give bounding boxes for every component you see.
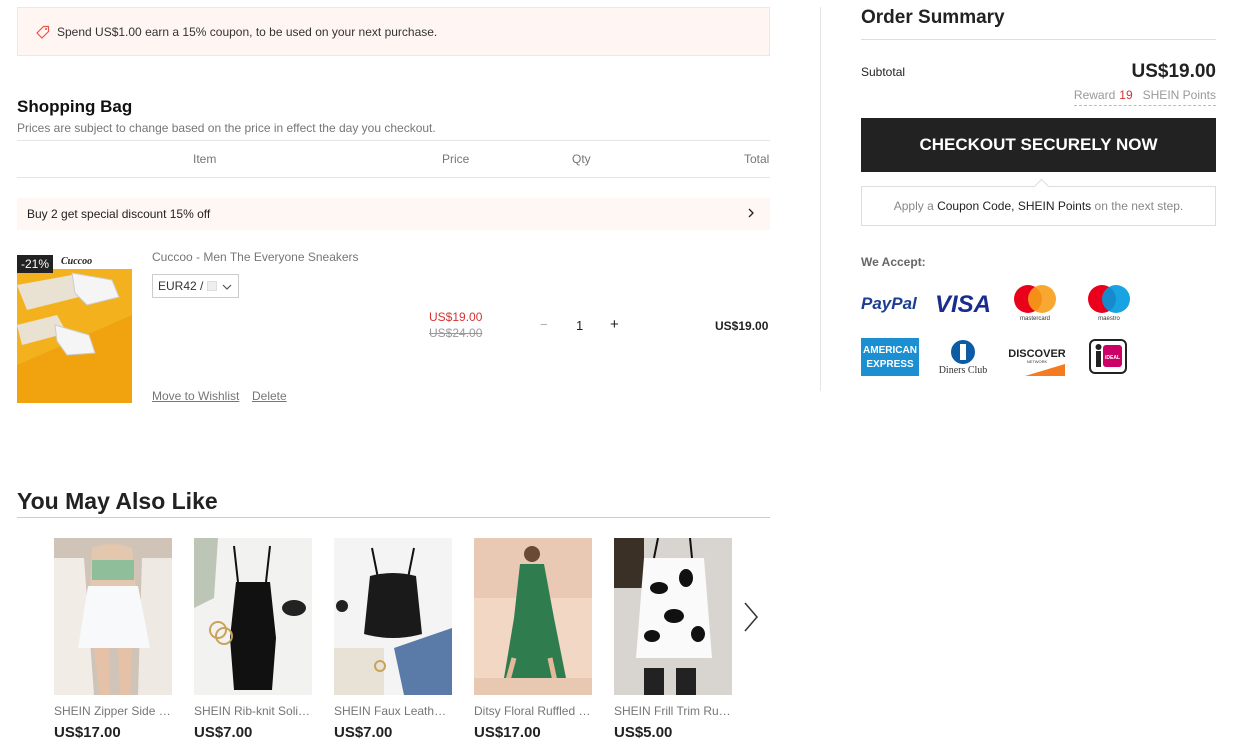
paypal-label: PayPal [861,294,918,313]
divider [17,517,770,518]
reward-points-info: Reward 19 SHEIN Points [1073,88,1216,106]
product-price: US$7.00 [194,724,253,741]
discount-promo-bar[interactable]: Buy 2 get special discount 15% off [17,198,770,230]
line-total: US$19.00 [715,319,769,333]
shopping-bag-title: Shopping Bag [17,97,133,116]
maestro-label: maestro [1098,316,1120,322]
diners-club-icon: Diners Club [939,340,988,376]
diners-label: Diners Club [939,365,988,376]
qty-increase-button[interactable]: + [610,316,619,333]
product-card[interactable]: Ditsy Floral Ruffled Hem Dress US$17.00 [474,538,592,741]
maestro-icon: maestro [1088,285,1130,322]
product-name[interactable]: SHEIN Faux Leather Bustier Top [334,704,452,718]
qty-value[interactable]: 1 [576,318,583,333]
brand-logo: Cuccoo [61,256,92,267]
mastercard-icon: mastercard [1014,285,1056,322]
reward-prefix: Reward [1073,88,1116,102]
ideal-icon: iDEAL [1089,339,1127,374]
column-header-item: Item [193,152,217,166]
checkout-button[interactable]: CHECKOUT SECURELY NOW [861,118,1216,172]
column-header-total: Total [744,152,770,166]
product-price: US$7.00 [334,724,393,741]
carousel-next-icon[interactable] [741,600,761,634]
sneakers-photo: Cuccoo [17,255,132,403]
product-thumbnail[interactable] [194,538,312,695]
coupon-apply-text: Apply a [893,199,934,213]
product-card[interactable]: SHEIN Zipper Side Pleated Skirt US$17.00 [54,538,172,741]
product-price: US$17.00 [54,724,121,741]
visa-icon: VISA [935,291,991,316]
reward-suffix: SHEIN Points [1142,88,1216,102]
qty-decrease-button[interactable]: − [540,317,548,332]
promo-banner: Spend US$1.00 earn a 15% coupon, to be u… [17,7,770,56]
product-thumbnail[interactable] [334,538,452,695]
column-header-qty: Qty [572,152,591,166]
divider [861,39,1216,40]
color-swatch [207,281,218,291]
paypal-icon: PayPal [861,294,918,313]
product-card[interactable]: SHEIN Frill Trim Ruched Cami Top US$5.00 [614,538,732,741]
product-name[interactable]: Ditsy Floral Ruffled Hem Dress [474,704,592,718]
mastercard-label: mastercard [1020,316,1050,322]
size-value: EUR42 / [158,279,204,293]
sale-price: US$19.00 [429,310,483,324]
product-card[interactable]: SHEIN Faux Leather Bustier Top US$7.00 [334,538,452,741]
discover-sublabel: NETWORK [1027,359,1048,364]
ideal-label: iDEAL [1105,355,1120,361]
product-name[interactable]: SHEIN Frill Trim Ruched Cami Top [614,704,732,718]
product-name[interactable]: SHEIN Rib-knit Solid Cami Dress [194,704,312,718]
shopping-bag-subtitle: Prices are subject to change based on th… [17,121,436,135]
divider [17,140,770,141]
discount-text: Buy 2 get special discount 15% off [27,207,211,221]
product-image[interactable]: -21% Cuccoo [17,255,132,403]
coupon-suffix-text: on the next step. [1094,199,1184,213]
amex-label-bottom: EXPRESS [866,359,914,370]
recommendations-title: You May Also Like [17,488,218,514]
discover-icon: DISCOVER NETWORK [1008,348,1066,376]
column-header-price: Price [442,152,470,166]
chevron-right-icon [748,208,754,218]
order-summary-title: Order Summary [861,7,1005,28]
discount-badge: -21% [17,255,54,273]
subtotal-label: Subtotal [861,65,906,79]
product-name[interactable]: Cuccoo - Men The Everyone Sneakers [152,250,359,264]
delete-link[interactable]: Delete [252,389,287,403]
chevron-down-icon [222,284,232,290]
product-thumbnail[interactable] [54,538,172,695]
amex-label-top: AMERICAN [863,345,917,356]
size-select[interactable]: EUR42 / [152,274,239,298]
tag-icon [36,25,50,39]
product-thumbnail[interactable] [474,538,592,695]
product-price: US$5.00 [614,724,673,741]
original-price: US$24.00 [429,326,483,340]
amex-icon: AMERICAN EXPRESS [861,338,919,376]
we-accept-label: We Accept: [861,255,926,269]
product-price: US$17.00 [474,724,541,741]
coupon-code-text: Coupon Code, SHEIN Points [937,199,1092,213]
divider [17,177,770,178]
product-name[interactable]: SHEIN Zipper Side Pleated Skirt [54,704,172,718]
visa-label: VISA [935,291,991,316]
reward-points: 19 [1119,88,1133,102]
subtotal-value: US$19.00 [1131,61,1216,82]
product-thumbnail[interactable] [614,538,732,695]
promo-text: Spend US$1.00 earn a 15% coupon, to be u… [57,24,438,39]
column-divider [820,7,821,391]
move-to-wishlist-link[interactable]: Move to Wishlist [152,389,239,403]
product-card[interactable]: SHEIN Rib-knit Solid Cami Dress US$7.00 [194,538,312,741]
coupon-hint: Apply a Coupon Code, SHEIN Points on the… [861,186,1216,226]
